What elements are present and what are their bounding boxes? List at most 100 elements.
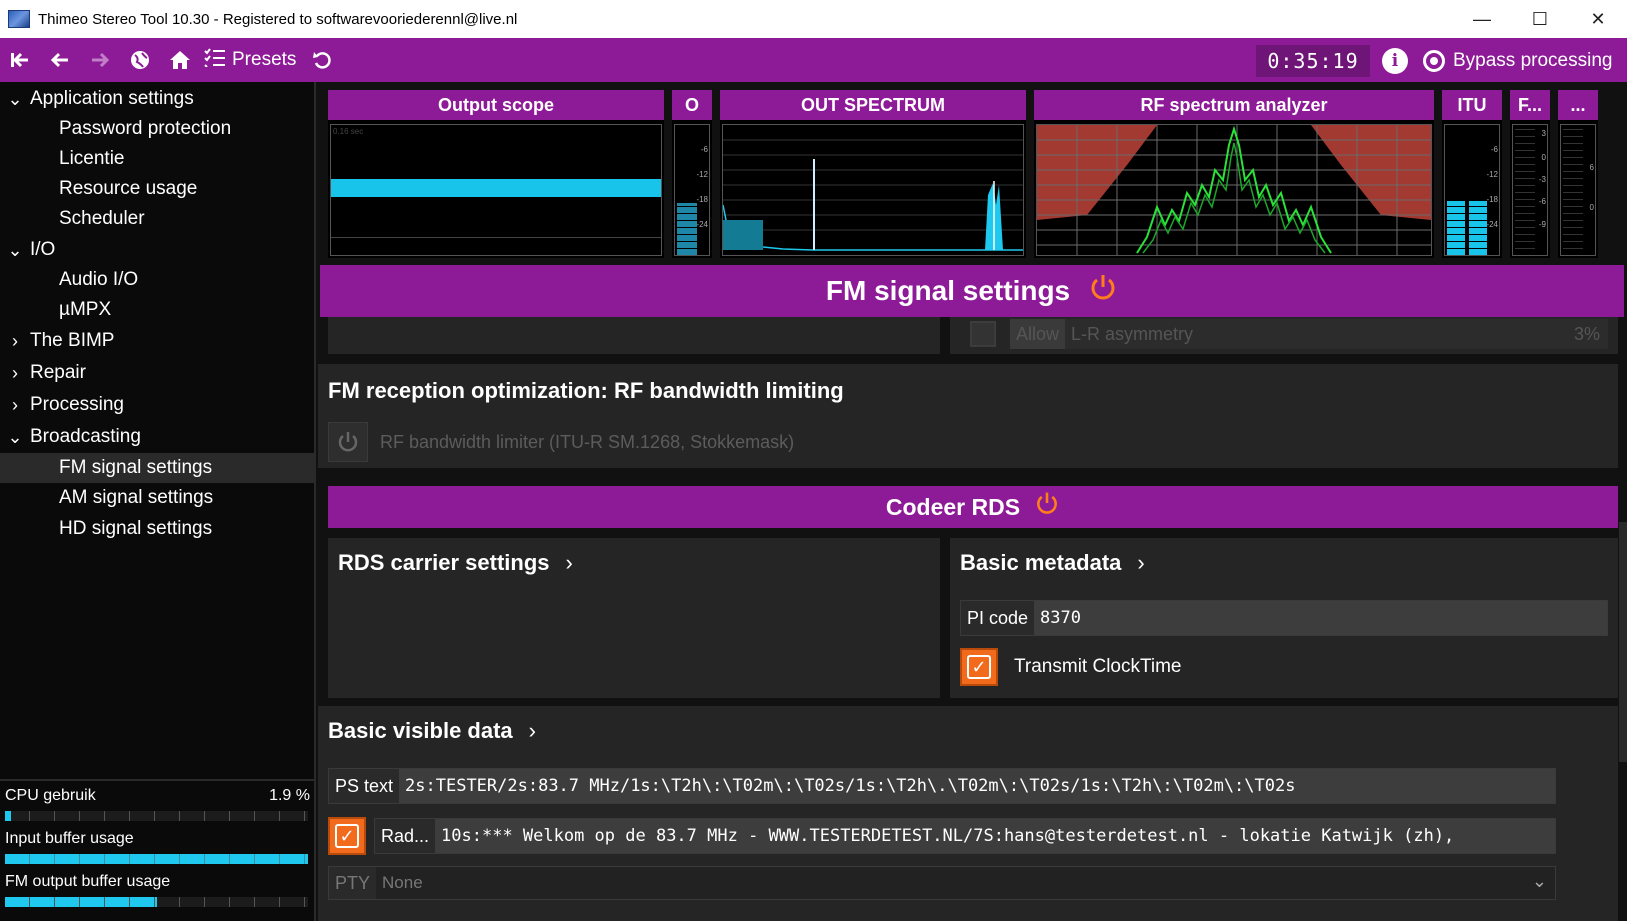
itu-meter-display: -6 -12 -18 -24 xyxy=(1444,124,1500,256)
output-scope-panel[interactable]: Output scope 0.16 sec xyxy=(328,90,664,258)
tree-item-scheduler[interactable]: Scheduler xyxy=(0,204,314,234)
rds-carrier-title[interactable]: RDS carrier settings › xyxy=(338,550,573,576)
close-button[interactable]: ✕ xyxy=(1569,0,1627,38)
rf-spectrum-display xyxy=(1036,124,1432,256)
chevron-down-icon[interactable]: ⌄ xyxy=(1532,871,1547,892)
f-tick-1: 0 xyxy=(1541,153,1546,162)
tree-item-audio-io[interactable]: Audio I/O xyxy=(0,265,314,295)
rf-spectrum-analyzer-panel[interactable]: RF spectrum analyzer xyxy=(1034,90,1434,258)
rds-section-title: Codeer RDS xyxy=(885,493,1021,520)
pi-code-input[interactable]: 8370 xyxy=(1034,601,1607,635)
rf-limiter-label: RF bandwidth limiter (ITU-R SM.1268, Sto… xyxy=(380,432,795,452)
maximize-button[interactable]: ☐ xyxy=(1511,0,1569,38)
main-scrollbar[interactable] xyxy=(1619,522,1627,762)
tree-item-application-settings[interactable]: ⌄ Application settings xyxy=(0,84,314,114)
fm-right-card-partial: Allow L-R asymmetry 3% xyxy=(950,317,1618,354)
back-arrow-icon[interactable] xyxy=(40,38,80,82)
pty-field[interactable]: PTY None ⌄ xyxy=(328,866,1556,900)
tree-item-the-bimp[interactable]: › The BIMP xyxy=(0,326,314,356)
presets-button[interactable]: Presets xyxy=(204,47,296,73)
clock-display: 0:35:19 xyxy=(1256,45,1370,77)
out-spectrum-panel[interactable]: OUT SPECTRUM xyxy=(720,90,1026,258)
basic-visible-data-card: Basic visible data › PS text 2s:TESTER/2… xyxy=(318,706,1618,921)
checkmark-icon: ✓ xyxy=(335,824,359,848)
basic-metadata-card: Basic metadata › PI code 8370 ✓ Transmit… xyxy=(950,538,1618,698)
radiotext-field[interactable]: Rad... 10s:*** Welkom op de 83.7 MHz - W… xyxy=(374,818,1556,854)
app-icon xyxy=(8,10,30,28)
input-buffer-bar xyxy=(5,854,308,864)
info-icon[interactable]: i xyxy=(1382,48,1408,74)
power-icon xyxy=(338,432,358,452)
undo-icon[interactable] xyxy=(302,38,342,82)
window-title: Thimeo Stereo Tool 10.30 - Registered to… xyxy=(38,10,518,28)
allow-label: Allow xyxy=(1010,319,1066,349)
scope-time-label: 0.16 sec xyxy=(333,127,364,136)
presets-list-icon xyxy=(204,47,226,73)
first-page-icon[interactable] xyxy=(0,38,40,82)
fm-power-icon[interactable] xyxy=(1088,272,1118,310)
fm-signal-settings-header: FM signal settings xyxy=(320,265,1624,317)
asymmetry-label: L-R asymmetry xyxy=(1071,323,1194,344)
tree-item-password-protection[interactable]: Password protection xyxy=(0,114,314,144)
chevron-right-icon[interactable]: › xyxy=(0,363,30,384)
chevron-down-icon[interactable]: ⌄ xyxy=(0,240,30,261)
home-icon[interactable] xyxy=(160,38,200,82)
main-panel: Output scope 0.16 sec O -6 -12 -18 -24 O… xyxy=(318,82,1627,921)
forward-arrow-icon[interactable] xyxy=(80,38,120,82)
asymmetry-slider[interactable]: Allow L-R asymmetry 3% xyxy=(1010,319,1608,349)
cpu-usage-row: CPU gebruik 1.9 % xyxy=(5,787,310,805)
tree-item-licentie[interactable]: Licentie xyxy=(0,144,314,174)
more-tick-0: 6 xyxy=(1589,163,1594,172)
tree-item-hd-signal-settings[interactable]: HD signal settings xyxy=(0,514,314,544)
rds-power-icon[interactable] xyxy=(1034,490,1060,524)
bypass-radio-icon xyxy=(1423,50,1445,72)
fm-left-card-partial xyxy=(328,317,940,354)
out-spectrum-display xyxy=(722,124,1024,256)
rf-bandwidth-title: FM reception optimization: RF bandwidth … xyxy=(328,378,844,403)
radiotext-checkbox[interactable]: ✓ xyxy=(328,817,366,855)
radiotext-label: Rad... xyxy=(375,819,436,853)
fm-section-title: FM signal settings xyxy=(825,275,1071,306)
rds-carrier-card[interactable]: RDS carrier settings › xyxy=(328,538,940,698)
f-meter-panel[interactable]: F... 3 0 -3 -6 -9 xyxy=(1510,90,1550,258)
asymmetry-value: 3% xyxy=(1573,323,1600,344)
more-meter-display: 6 0 xyxy=(1560,124,1596,256)
basic-metadata-title[interactable]: Basic metadata › xyxy=(960,550,1145,576)
tree-item-fm-signal-settings[interactable]: FM signal settings xyxy=(0,453,314,483)
globe-icon[interactable] xyxy=(120,38,160,82)
tree-item-am-signal-settings[interactable]: AM signal settings xyxy=(0,483,314,513)
chevron-right-icon[interactable]: › xyxy=(0,395,30,416)
output-scope-display: 0.16 sec xyxy=(330,124,662,256)
minimize-button[interactable]: — xyxy=(1453,0,1511,38)
chevron-down-icon[interactable]: ⌄ xyxy=(0,89,30,110)
tree-item-processing[interactable]: › Processing xyxy=(0,390,314,420)
allow-asymmetry-checkbox[interactable] xyxy=(970,321,996,347)
tree-item-umpx[interactable]: µMPX xyxy=(0,295,314,325)
more-meter-panel[interactable]: ... 6 0 xyxy=(1558,90,1598,258)
tree-item-resource-usage[interactable]: Resource usage xyxy=(0,174,314,204)
tree-item-io[interactable]: ⌄ I/O xyxy=(0,235,314,265)
o-meter-panel[interactable]: O -6 -12 -18 -24 xyxy=(672,90,712,258)
tree-item-repair[interactable]: › Repair xyxy=(0,358,314,388)
pty-select[interactable]: None xyxy=(376,867,1555,899)
ps-text-field[interactable]: PS text 2s:TESTER/2s:83.7 MHz/1s:\T2h\:\… xyxy=(328,768,1556,804)
tree-item-broadcasting[interactable]: ⌄ Broadcasting xyxy=(0,422,314,452)
ps-text-input[interactable]: 2s:TESTER/2s:83.7 MHz/1s:\T2h\:\T02m\:\T… xyxy=(399,769,1555,803)
radiotext-input[interactable]: 10s:*** Welkom op de 83.7 MHz - WWW.TEST… xyxy=(435,819,1555,853)
chevron-right-icon: › xyxy=(1137,550,1145,575)
chevron-down-icon[interactable]: ⌄ xyxy=(0,427,30,448)
basic-visible-data-title[interactable]: Basic visible data › xyxy=(328,718,536,744)
bypass-processing-toggle[interactable]: Bypass processing xyxy=(1423,46,1612,76)
ps-text-label: PS text xyxy=(329,769,400,803)
more-tick-1: 0 xyxy=(1589,203,1594,212)
itu-meter-panel[interactable]: ITU -6 -12 -18 -24 xyxy=(1442,90,1502,258)
rf-limiter-power-button[interactable] xyxy=(328,422,368,462)
transmit-clocktime-checkbox[interactable]: ✓ xyxy=(960,648,998,686)
f-tick-4: -9 xyxy=(1538,220,1546,229)
o-meter-title: O xyxy=(672,90,712,120)
o-tick-2: -18 xyxy=(696,195,708,204)
chevron-right-icon[interactable]: › xyxy=(0,331,30,352)
pi-code-label: PI code xyxy=(961,601,1035,635)
itu-tick-1: -12 xyxy=(1486,170,1498,179)
pi-code-field[interactable]: PI code 8370 xyxy=(960,600,1608,636)
